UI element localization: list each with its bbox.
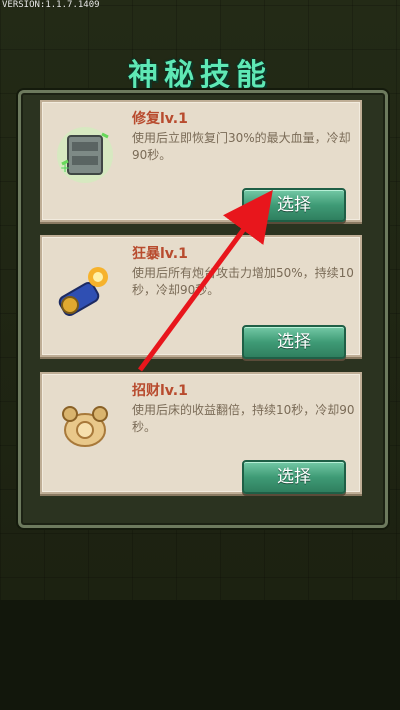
skill-card-fortune: 招财lv.1 使用后床的收益翻倍，持续10秒，冷却90秒。 选择 (40, 372, 362, 494)
skill-description: 使用后立即恢复门30%的最大血量，冷却90秒。 (132, 131, 351, 162)
skill-name: 修复lv.1 (132, 111, 188, 127)
skill-card-repair: + 修复lv.1 使用后立即恢复门30%的最大血量，冷却90秒。 选择 (40, 100, 362, 222)
rage-cannon-icon (58, 267, 108, 316)
select-button-fortune[interactable]: 选择 (242, 460, 346, 494)
select-button-repair[interactable]: 选择 (242, 188, 346, 222)
skill-description: 使用后所有炮台攻击力增加50%，持续10秒，冷却90秒。 (132, 266, 354, 297)
skill-card-rage: 狂暴lv.1 使用后所有炮台攻击力增加50%，持续10秒，冷却90秒。 选择 (40, 235, 362, 359)
select-button-rage[interactable]: 选择 (242, 325, 346, 359)
fortune-coins-icon (62, 406, 108, 447)
background-room-floor (0, 600, 400, 710)
skill-name: 狂暴lv.1 (132, 246, 188, 262)
version-label: VERSION:1.1.7.1409 (2, 0, 100, 10)
dialog-title: 神秘技能 (128, 58, 272, 93)
skill-description: 使用后床的收益翻倍，持续10秒，冷却90秒。 (132, 403, 355, 434)
repair-door-icon: + (57, 127, 113, 183)
skill-name: 招财lv.1 (132, 383, 188, 399)
svg-text:+: + (60, 161, 70, 175)
